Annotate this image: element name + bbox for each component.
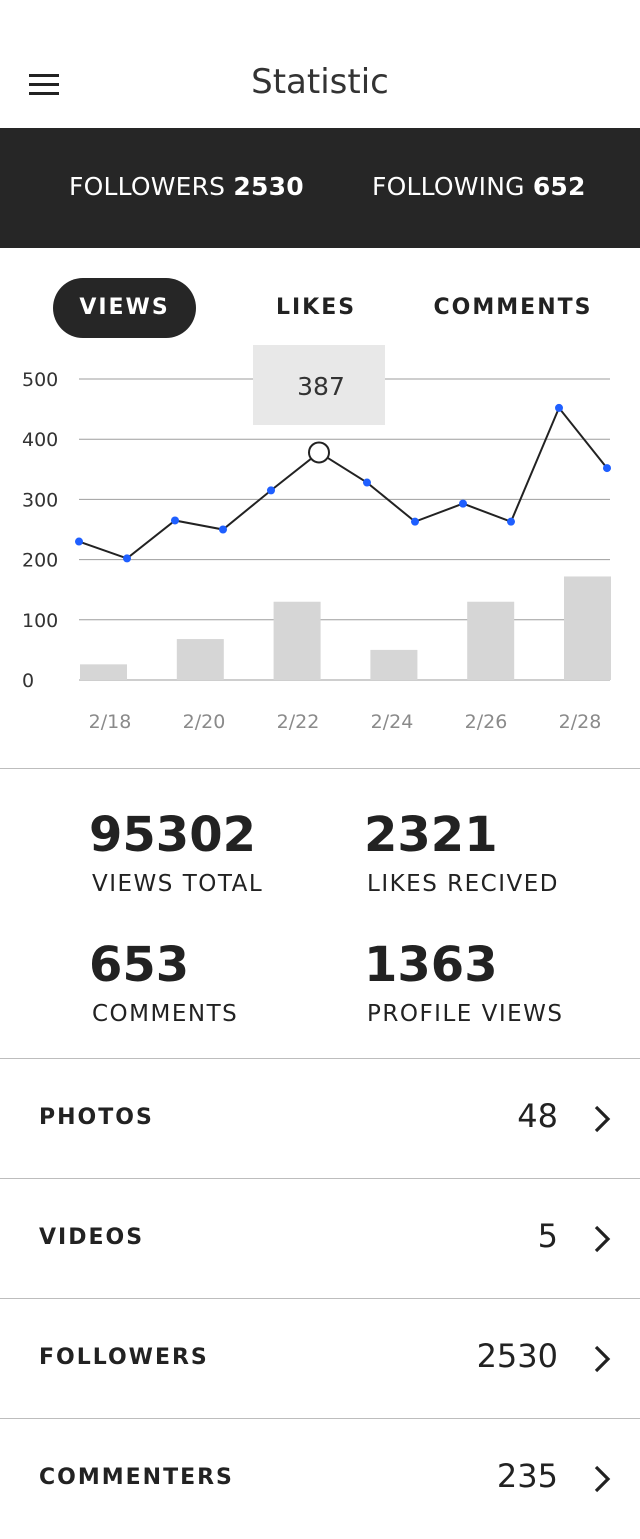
x-tick-label: 2/18 [89,711,132,733]
row-value: 5 [537,1217,558,1255]
bar [273,601,321,680]
tooltip-value: 387 [297,372,345,401]
following-summary[interactable]: FOLLOWING 652 [372,172,586,201]
highlighted-point [308,441,330,464]
tab-views[interactable]: VIEWS [53,278,196,338]
data-point [507,517,515,526]
follow-summary-bar: FOLLOWERS 2530 FOLLOWING 652 [0,128,640,248]
page-title: Statistic [251,62,389,102]
chevron-right-icon [594,1225,611,1253]
data-point [171,516,179,525]
following-count: 652 [532,172,586,201]
data-point [459,499,467,508]
stat-profile-views: 1363 PROFILE VIEWS [364,941,564,1027]
chevron-right-icon [594,1105,611,1133]
x-tick-label: 2/22 [277,711,320,733]
row-value: 2530 [476,1337,558,1375]
bar [176,639,224,680]
x-tick-label: 2/20 [183,711,226,733]
app-header: Statistic [0,0,640,128]
row-label: PHOTOS [39,1105,154,1130]
tab-comments[interactable]: COMMENTS [418,278,608,338]
bar [80,664,127,680]
stat-label: COMMENTS [92,1001,239,1027]
data-point [75,537,83,546]
series-line [78,405,608,560]
y-tick-label: 0 [22,670,34,692]
row-photos[interactable]: PHOTOS 48 [0,1059,640,1179]
y-tick-label: 400 [22,429,58,451]
stat-label: VIEWS TOTAL [92,871,264,897]
row-commenters[interactable]: COMMENTERS 235 [0,1419,640,1539]
stat-likes-received: 2321 LIKES RECIVED [364,811,559,897]
x-tick-label: 2/28 [559,711,602,733]
y-tick-label: 100 [22,610,58,632]
stat-comments: 653 COMMENTS [89,941,238,1027]
followers-label: FOLLOWERS [69,172,226,201]
x-tick-label: 2/24 [371,711,414,733]
following-label: FOLLOWING [372,172,525,201]
row-label: FOLLOWERS [39,1345,209,1370]
views-chart: 500 400 300 200 100 0 2/18 2/20 2/22 2/24 2/26 2/28… [0,340,640,760]
row-label: COMMENTERS [39,1465,234,1490]
bar [564,576,611,680]
row-videos[interactable]: VIDEOS 5 [0,1179,640,1299]
data-point [411,517,419,526]
data-point [123,554,131,563]
y-tick-label: 500 [22,369,58,391]
stat-value: 1363 [364,937,498,993]
data-point [219,525,227,534]
data-point [363,478,371,487]
row-value: 235 [496,1457,558,1495]
data-point [267,486,275,495]
stat-value: 2321 [364,807,498,863]
followers-summary[interactable]: FOLLOWERS 2530 [69,172,304,201]
stat-value: 653 [89,937,190,993]
chevron-right-icon [594,1345,611,1373]
tab-likes[interactable]: LIKES [256,278,376,338]
stat-views-total: 95302 VIEWS TOTAL [89,811,263,897]
stat-value: 95302 [89,807,256,863]
y-tick-label: 200 [22,550,58,572]
row-label: VIDEOS [39,1225,145,1250]
followers-count: 2530 [233,172,304,201]
stat-label: PROFILE VIEWS [367,1001,564,1027]
bar [370,649,418,680]
chart-canvas: 500 400 300 200 100 0 2/18 2/20 2/22 2/24 2/26 2/28… [22,345,611,733]
data-point [603,464,611,473]
divider [0,768,640,769]
metric-tabs: VIEWS LIKES COMMENTS [0,278,640,338]
chevron-right-icon [594,1465,611,1493]
row-value: 48 [517,1097,558,1135]
stat-label: LIKES RECIVED [367,871,559,897]
bar [467,601,515,680]
data-point [555,403,563,412]
row-followers[interactable]: FOLLOWERS 2530 [0,1299,640,1419]
y-tick-label: 300 [22,489,58,511]
x-tick-label: 2/26 [465,711,508,733]
